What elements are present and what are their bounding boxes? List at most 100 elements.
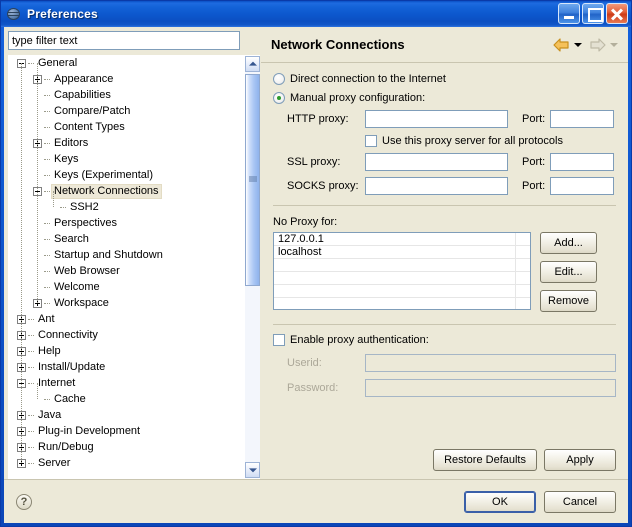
tree-item-capabilities[interactable]: Capabilities [9,88,244,104]
tree-item-label: Java [38,409,62,421]
tree-item-general[interactable]: General [9,56,244,72]
tree-connector [44,175,50,176]
tree-connector [44,303,50,304]
tree-item-java[interactable]: Java [9,408,244,424]
tree-item-plug-in-development[interactable]: Plug-in Development [9,424,244,440]
scrollbar-thumb[interactable] [245,74,260,286]
manual-proxy-radio[interactable] [273,92,285,104]
tree-item-internet[interactable]: Internet [9,376,244,392]
page-navigation [552,27,622,62]
divider-above-no-proxy [273,205,616,206]
tree-item-label: Ant [38,313,55,325]
page-content: Direct connection to the Internet Manual… [261,63,628,479]
help-icon[interactable]: ? [16,493,32,510]
restore-defaults-button[interactable]: Restore Defaults [433,449,537,471]
back-arrow-icon[interactable] [552,37,571,53]
tree-item-startup-and-shutdown[interactable]: Startup and Shutdown [9,248,244,264]
tree-connector [28,447,34,448]
tree-item-welcome[interactable]: Welcome [9,280,244,296]
tree-connector [44,191,50,192]
direct-connection-radio[interactable] [273,73,285,85]
use-all-protocols-option[interactable]: Use this proxy server for all protocols [365,135,616,147]
filter-input[interactable] [8,31,240,50]
http-proxy-input[interactable] [365,110,508,128]
no-proxy-list-empty-row[interactable] [274,272,530,285]
tree-item-appearance[interactable]: Appearance [9,72,244,88]
no-proxy-list-item[interactable]: localhost [274,246,530,259]
tree-item-run-debug[interactable]: Run/Debug [9,440,244,456]
no-proxy-list-empty-row[interactable] [274,259,530,272]
add-button[interactable]: Add... [540,232,597,254]
tree-connector [60,207,66,208]
enable-proxy-auth-option[interactable]: Enable proxy authentication: [273,334,616,346]
tree-item-perspectives[interactable]: Perspectives [9,216,244,232]
tree-item-ssh2[interactable]: SSH2 [9,200,244,216]
scrollbar-track[interactable] [245,72,260,462]
minimize-button[interactable] [558,3,580,24]
socks-port-label: Port: [522,180,546,192]
userid-input[interactable] [365,354,616,372]
ok-button[interactable]: OK [464,490,536,513]
no-proxy-buttons: Add... Edit... Remove [540,232,597,312]
tree-item-cache[interactable]: Cache [9,392,244,408]
manual-proxy-option[interactable]: Manual proxy configuration: [273,92,616,104]
password-input[interactable] [365,379,616,397]
enable-proxy-auth-checkbox[interactable] [273,334,285,346]
tree-item-server[interactable]: Server [9,456,244,472]
tree-item-editors[interactable]: Editors [9,136,244,152]
tree-item-compare-patch[interactable]: Compare/Patch [9,104,244,120]
tree-connector [44,95,50,96]
back-dropdown-icon[interactable] [574,42,582,47]
cancel-button[interactable]: Cancel [544,490,616,513]
tree-item-search[interactable]: Search [9,232,244,248]
scroll-up-button[interactable] [245,56,260,72]
http-port-label: Port: [522,113,546,125]
apply-button[interactable]: Apply [544,449,616,471]
socks-proxy-input[interactable] [365,177,508,195]
title-bar[interactable]: Preferences [1,1,631,27]
ssl-port-input[interactable] [550,153,615,171]
no-proxy-list-empty-row[interactable] [274,285,530,298]
no-proxy-list-empty-row[interactable] [274,298,530,309]
preference-page: Network Connections Direct connection to… [260,27,628,479]
forward-arrow-icon [588,37,607,53]
close-button[interactable] [606,3,628,24]
tree-item-label: Appearance [54,73,114,85]
tree-item-label: Cache [54,393,86,405]
socks-proxy-row: SOCKS proxy: Port: [287,177,616,195]
maximize-button[interactable] [582,3,604,24]
tree-item-ant[interactable]: Ant [9,312,244,328]
page-header: Network Connections [261,27,628,63]
no-proxy-area: 127.0.0.1 localhost Add... Edit... Remove [273,232,616,312]
remove-button[interactable]: Remove [540,290,597,312]
preferences-tree[interactable]: General Appearance Capabilities Compare/Pat… [9,56,244,478]
use-all-protocols-checkbox[interactable] [365,135,377,147]
tree-item-keys[interactable]: Keys [9,152,244,168]
tree-item-web-browser[interactable]: Web Browser [9,264,244,280]
http-proxy-label: HTTP proxy: [287,113,349,125]
ssl-proxy-input[interactable] [365,153,508,171]
direct-connection-label: Direct connection to the Internet [290,73,446,85]
tree-item-label: Workspace [54,297,109,309]
edit-button[interactable]: Edit... [540,261,597,283]
tree-connector [44,159,50,160]
direct-connection-option[interactable]: Direct connection to the Internet [273,73,616,85]
tree-connector [28,335,34,336]
tree-item-help[interactable]: Help [9,344,244,360]
tree-item-label: Install/Update [38,361,106,373]
tree-item-workspace[interactable]: Workspace [9,296,244,312]
tree-connector [28,351,34,352]
tree-connector [28,63,34,64]
tree-item-keys-experimental[interactable]: Keys (Experimental) [9,168,244,184]
socks-port-input[interactable] [550,177,615,195]
tree-item-connectivity[interactable]: Connectivity [9,328,244,344]
scroll-down-button[interactable] [245,462,260,478]
tree-scrollbar[interactable] [244,56,260,478]
preferences-tree-wrapper: General Appearance Capabilities Compare/Pat… [8,55,260,479]
tree-item-install-update[interactable]: Install/Update [9,360,244,376]
no-proxy-list-item[interactable]: 127.0.0.1 [274,233,530,246]
tree-item-network-connections[interactable]: Network Connections [9,184,244,200]
no-proxy-list[interactable]: 127.0.0.1 localhost [273,232,531,310]
tree-item-content-types[interactable]: Content Types [9,120,244,136]
http-port-input[interactable] [550,110,615,128]
